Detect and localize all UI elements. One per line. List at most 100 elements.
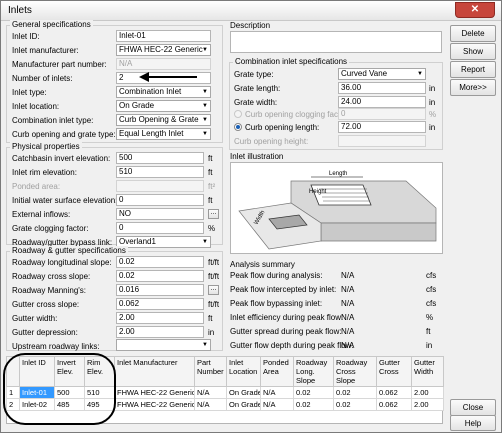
table-cell[interactable]: 2.00	[411, 386, 444, 399]
unit-label: %	[208, 224, 216, 233]
unit-label: in	[429, 123, 436, 132]
table-cell[interactable]: On Grade	[226, 386, 261, 399]
table-cell[interactable]: 0.02	[293, 386, 334, 399]
column-header[interactable]: Part Number	[194, 356, 227, 387]
delete-button[interactable]: Delete	[450, 25, 496, 42]
gutter-cross-slope-input[interactable]: 0.062	[116, 298, 204, 310]
inlets-dialog: Inlets ✕ General specifications Inlet ID…	[0, 0, 502, 433]
column-header[interactable]: Inlet Manufacturer	[114, 356, 195, 387]
inlet-location-select[interactable]: On Grade ▼	[116, 100, 211, 112]
curb-clogging-input: 0	[338, 108, 426, 120]
curb-length-input[interactable]: 72.00	[338, 121, 426, 133]
group-title: General specifications	[10, 20, 93, 29]
report-button[interactable]: Report	[450, 61, 496, 78]
table-cell[interactable]: N/A	[260, 386, 294, 399]
analysis-row-label: Gutter flow depth during peak flow:	[230, 341, 354, 350]
analysis-row-label: Inlet efficiency during peak flow:	[230, 313, 344, 322]
group-title: Combination inlet specifications	[233, 57, 350, 66]
initial-wse-input[interactable]: 0	[116, 194, 204, 206]
chevron-down-icon: ▼	[202, 89, 208, 95]
unit-label: ft	[208, 314, 213, 323]
gutter-width-input[interactable]: 2.00	[116, 312, 204, 324]
inlet-type-select[interactable]: Combination Inlet ▼	[116, 86, 211, 98]
show-button[interactable]: Show	[450, 43, 496, 60]
select-value: Equal Length Inlet	[119, 129, 184, 138]
description-label: Description	[230, 21, 271, 30]
chevron-down-icon: ▼	[202, 103, 208, 109]
ponded-area-input	[116, 180, 204, 192]
mannings-input[interactable]: 0.016	[116, 284, 204, 296]
close-button[interactable]: Close	[450, 399, 496, 416]
column-header[interactable]: Gutter Width	[411, 356, 444, 387]
grate-length-input[interactable]: 36.00	[338, 82, 426, 94]
combination-inlet-type-label: Combination inlet type:	[12, 116, 94, 125]
table-cell[interactable]: 0.02	[293, 398, 334, 411]
table-cell[interactable]: FHWA HEC-22 Generic	[114, 398, 195, 411]
select-value: Curved Vane	[341, 69, 388, 78]
rim-elevation-input[interactable]: 510	[116, 166, 204, 178]
description-textarea[interactable]	[230, 31, 442, 53]
long-slope-input[interactable]: 0.02	[116, 256, 204, 268]
combination-inlet-type-select[interactable]: Curb Opening & Grate ▼	[116, 114, 211, 126]
inlet-id-input[interactable]: Inlet-01	[116, 30, 211, 42]
part-number-input: N/A	[116, 58, 211, 70]
gutter-depression-input[interactable]: 2.00	[116, 326, 204, 338]
chevron-down-icon: ▼	[417, 71, 423, 77]
table-cell[interactable]: N/A	[260, 398, 294, 411]
table-cell[interactable]: N/A	[194, 398, 227, 411]
cross-slope-label: Roadway cross slope:	[12, 272, 91, 281]
column-header[interactable]: Roadway Long. Slope	[293, 356, 334, 387]
table-cell[interactable]: N/A	[194, 386, 227, 399]
unit-label: ft/ft	[208, 272, 220, 281]
bypass-link-select[interactable]: Overland1 ▼	[116, 236, 211, 248]
curb-length-radio[interactable]	[234, 123, 242, 131]
inlet-type-label: Inlet type:	[12, 88, 47, 97]
unit-label: ft	[208, 154, 213, 163]
clogging-factor-label: Grate clogging factor:	[12, 224, 89, 233]
select-value: Curb Opening & Grate	[119, 115, 199, 124]
table-cell[interactable]: 2.00	[411, 398, 444, 411]
table-cell[interactable]: FHWA HEC-22 Generic	[114, 386, 195, 399]
ponded-area-label: Ponded area:	[12, 182, 61, 191]
curb-height-label: Curb opening height:	[234, 137, 309, 146]
unit-label: ft	[208, 168, 213, 177]
clogging-factor-input[interactable]: 0	[116, 222, 204, 234]
table-cell[interactable]: 0.062	[376, 386, 412, 399]
select-value: Combination Inlet	[119, 87, 182, 96]
grate-type-select[interactable]: Curved Vane ▼	[338, 68, 426, 80]
catchbasin-invert-label: Catchbasin invert elevation:	[12, 154, 111, 163]
table-cell[interactable]: On Grade	[226, 398, 261, 411]
table-cell[interactable]: 0.062	[376, 398, 412, 411]
inlet-manufacturer-select[interactable]: FHWA HEC-22 Generic ▼	[116, 44, 211, 56]
catchbasin-invert-input[interactable]: 500	[116, 152, 204, 164]
column-header[interactable]: Roadway Cross Slope	[333, 356, 377, 387]
table-cell[interactable]: 0.02	[333, 386, 377, 399]
column-header[interactable]: Inlet Location	[226, 356, 261, 387]
more-button[interactable]: More>>	[450, 79, 496, 96]
external-inflows-input[interactable]: NO	[116, 208, 204, 220]
select-value: On Grade	[119, 101, 155, 110]
annotation-arrow-icon	[139, 72, 197, 82]
curb-clogging-radio[interactable]	[234, 110, 242, 118]
table-cell[interactable]: 0.02	[333, 398, 377, 411]
column-header[interactable]: Gutter Cross	[376, 356, 412, 387]
chevron-down-icon: ▼	[202, 47, 208, 53]
unit-label: in	[429, 98, 436, 107]
column-header[interactable]: Ponded Area	[260, 356, 294, 387]
annotation-oval	[3, 353, 116, 425]
analysis-summary-title: Analysis summary	[230, 260, 295, 269]
external-inflows-browse-button[interactable]: ...	[208, 209, 219, 219]
curb-height-input	[338, 135, 426, 147]
length-label: Length	[329, 171, 347, 177]
close-window-button[interactable]: ✕	[455, 2, 495, 18]
curb-grate-type-select[interactable]: Equal Length Inlet ▼	[116, 128, 211, 140]
grate-width-input[interactable]: 24.00	[338, 96, 426, 108]
cross-slope-input[interactable]: 0.02	[116, 270, 204, 282]
unit-label: ft²	[208, 182, 216, 191]
initial-wse-label: Initial water surface elevation:	[12, 196, 118, 205]
unit-label: ft/ft	[208, 258, 220, 267]
unit-label: cfs	[426, 299, 437, 308]
upstream-links-select[interactable]: ▼	[116, 339, 211, 351]
help-button[interactable]: Help	[450, 415, 496, 431]
mannings-browse-button[interactable]: ...	[208, 285, 219, 295]
